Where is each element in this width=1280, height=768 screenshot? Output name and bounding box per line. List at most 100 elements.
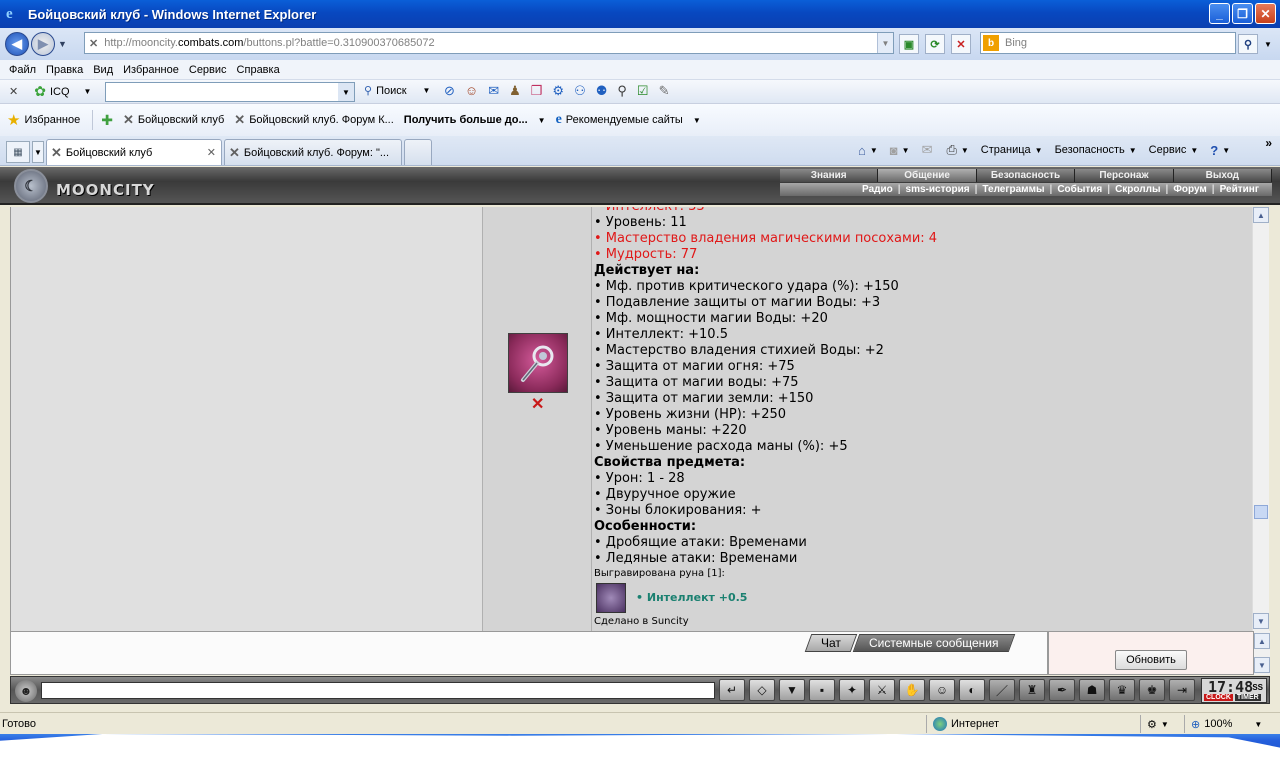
menu-file[interactable]: Файл (4, 64, 41, 76)
fav-link-club[interactable]: ✕ Бойцовский клуб (123, 112, 224, 128)
fav-link-suggested[interactable]: e Рекомендуемые сайты ▼ (556, 112, 701, 128)
print-dropdown-icon[interactable]: ▼ (961, 146, 969, 155)
warrior-icon[interactable]: ☗ (1079, 679, 1105, 701)
nav-radio[interactable]: Радио (857, 183, 898, 196)
refresh-icon[interactable]: ⟳ (925, 34, 945, 54)
security-menu[interactable]: Безопасность (1055, 144, 1125, 156)
nav-sms-history[interactable]: sms-история (901, 183, 975, 196)
combo-dropdown-icon[interactable]: ▼ (338, 83, 354, 101)
scroll-icon[interactable]: ✒ (1049, 679, 1075, 701)
close-tab-icon[interactable]: ✕ (207, 146, 216, 159)
icq-search-dropdown-icon[interactable]: ▼ (423, 86, 431, 95)
content-scrollbar[interactable]: ▲ ▼ (1252, 207, 1269, 631)
chat-scroll-up-icon[interactable]: ▲ (1254, 633, 1270, 649)
nav-telegrams[interactable]: Телеграммы (977, 183, 1049, 196)
menu-edit[interactable]: Правка (41, 64, 88, 76)
address-dropdown-icon[interactable]: ▼ (877, 33, 893, 53)
attach-icon[interactable]: ✎ (659, 83, 670, 99)
save-icon[interactable]: ▪ (809, 679, 835, 701)
menu-help[interactable]: Справка (232, 64, 285, 76)
tab-club[interactable]: ✕ Бойцовский клуб ✕ (46, 139, 222, 165)
icq-search-button[interactable]: ⚲ Поиск ▼ (364, 84, 431, 98)
nav-forum[interactable]: Форум (1168, 183, 1211, 196)
new-tab-button[interactable] (404, 139, 432, 165)
scroll-thumb[interactable] (1254, 505, 1268, 519)
compass-icon[interactable]: ⊘ (444, 83, 455, 99)
games-icon[interactable]: ♟ (509, 83, 521, 99)
fighter-icon[interactable]: ✦ (839, 679, 865, 701)
nav-scrolls[interactable]: Скроллы (1110, 183, 1165, 196)
exit-icon[interactable]: ⇥ (1169, 679, 1195, 701)
back-button[interactable]: ◀ (5, 32, 29, 56)
icq-search-input[interactable]: ▼ (105, 82, 355, 102)
print-icon[interactable]: ⎙ (946, 142, 956, 158)
timer-button[interactable]: TIMER (1234, 694, 1261, 701)
sword-level-icon[interactable]: ⚔ (869, 679, 895, 701)
forward-button[interactable]: ▶ (31, 32, 55, 56)
tools-dropdown-icon[interactable]: ▼ (1190, 146, 1198, 155)
chat-scroll-down-icon[interactable]: ▼ (1254, 657, 1270, 673)
nav-communication[interactable]: Общение (878, 169, 977, 182)
nav-security[interactable]: Безопасность (976, 169, 1076, 182)
nav-character[interactable]: Персонаж (1075, 169, 1174, 182)
chat-scrollbar[interactable]: ▲ ▼ (1254, 631, 1270, 675)
tab-forum[interactable]: ✕ Бойцовский клуб. Форум: "... (224, 139, 402, 165)
icq-dropdown-icon[interactable]: ▼ (84, 87, 92, 96)
icq-label[interactable]: ICQ (50, 86, 70, 98)
tab-list-dropdown-icon[interactable]: ▼ (32, 141, 44, 163)
item-staff-image[interactable] (508, 333, 568, 393)
rss-dropdown-icon[interactable]: ▼ (902, 146, 910, 155)
mail-icon[interactable]: ✉ (922, 142, 933, 158)
search-icon[interactable]: ⚲ (1238, 34, 1258, 54)
rune-icon[interactable] (596, 583, 626, 613)
nav-knowledge[interactable]: Знания (780, 169, 879, 182)
compatibility-view-icon[interactable]: ▣ (899, 34, 919, 54)
security-zone[interactable]: Интернет (926, 715, 1136, 733)
chat-head-icon[interactable]: ☻ (15, 680, 37, 702)
network-icon[interactable]: ⚙ (552, 83, 564, 99)
friends-icon[interactable]: ♚ (1139, 679, 1165, 701)
zoom-control[interactable]: ⊕ 100% ▼ (1184, 715, 1262, 733)
address-bar[interactable]: ✕ http://mooncity. combats.com/buttons.pl… (84, 32, 894, 54)
add-favorite-icon[interactable]: ✚ (101, 112, 113, 129)
settings-icon[interactable]: ⚲ (617, 83, 627, 99)
protected-mode[interactable]: ⚙ ▼ (1140, 715, 1180, 733)
menu-view[interactable]: Вид (88, 64, 118, 76)
menu-tools[interactable]: Сервис (184, 64, 232, 76)
chat-input[interactable] (41, 682, 715, 699)
tools-menu[interactable]: Сервис (1149, 144, 1187, 156)
favorites-star-icon[interactable]: ★ (7, 111, 20, 129)
favorites-button[interactable]: Избранное (24, 114, 80, 126)
remove-item-icon[interactable]: ✕ (531, 394, 544, 414)
fav-link-forum[interactable]: ✕ Бойцовский клуб. Форум К... (234, 112, 394, 128)
rss-icon[interactable]: ◙ (890, 143, 898, 158)
refresh-button[interactable]: Обновить (1115, 650, 1187, 670)
minimize-button[interactable]: _ (1209, 3, 1230, 24)
quick-tabs-icon[interactable]: ▦ (6, 141, 30, 163)
scroll-up-icon[interactable]: ▲ (1253, 207, 1269, 223)
idle-icon[interactable]: ／ (989, 679, 1015, 701)
filter-icon[interactable]: ▼ (779, 679, 805, 701)
people-icon[interactable]: ☺ (465, 83, 478, 99)
eraser-icon[interactable]: ◇ (749, 679, 775, 701)
nav-events[interactable]: События (1052, 183, 1107, 196)
page-menu[interactable]: Страница (981, 144, 1031, 156)
nav-rating[interactable]: Рейтинг (1215, 183, 1264, 196)
help-icon[interactable]: ? (1210, 143, 1218, 158)
page-dropdown-icon[interactable]: ▼ (1035, 146, 1043, 155)
send-icon[interactable]: ↵ (719, 679, 745, 701)
mask-icon[interactable]: ♛ (1109, 679, 1135, 701)
close-toolbar-icon[interactable]: ✕ (9, 85, 18, 98)
home-icon[interactable]: ⌂ (858, 143, 866, 158)
smiley-icon[interactable]: ☺ (929, 679, 955, 701)
stop-icon[interactable]: ✕ (951, 34, 971, 54)
security-dropdown-icon[interactable]: ▼ (1129, 146, 1137, 155)
tab-chat[interactable]: Чат (804, 634, 858, 652)
statue-icon[interactable]: ♜ (1019, 679, 1045, 701)
history-dropdown-icon[interactable]: ▼ (58, 39, 67, 49)
gift-icon[interactable]: ❒ (531, 83, 543, 99)
nav-exit[interactable]: Выход (1173, 169, 1273, 182)
more-commands-icon[interactable]: » (1265, 136, 1272, 150)
helmet-icon[interactable]: ◐ (959, 679, 985, 701)
check-icon[interactable]: ☑ (637, 83, 649, 99)
